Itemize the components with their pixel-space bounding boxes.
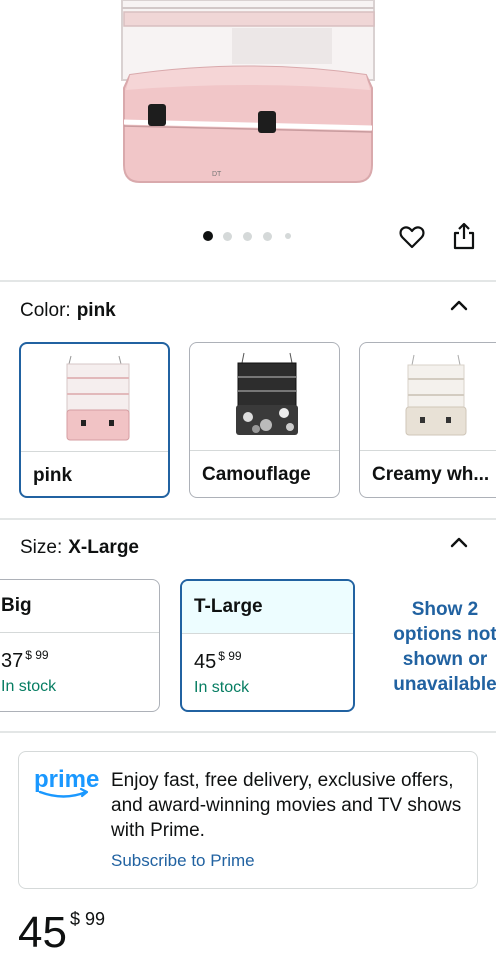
product-price: 45 $ 99: [18, 908, 105, 958]
color-thumbnail: [190, 343, 339, 450]
carousel-dot[interactable]: [203, 231, 213, 241]
divider: [0, 518, 496, 520]
color-option-label: pink: [33, 465, 73, 486]
carousel-dot[interactable]: [285, 233, 291, 239]
price-whole: 37: [1, 650, 24, 672]
carousel-dot[interactable]: [223, 232, 232, 241]
color-selected-value: pink: [76, 300, 116, 321]
heart-icon[interactable]: [398, 223, 426, 251]
prime-message: Enjoy fast, free delivery, exclusive off…: [111, 770, 462, 841]
color-thumbnail: [21, 344, 168, 451]
divider: [0, 280, 496, 282]
size-option-price: 45 $ 99: [194, 649, 242, 674]
price-fraction: $ 99: [69, 909, 105, 929]
color-option-label: Creamy wh...: [372, 464, 490, 485]
stock-status: In stock: [194, 679, 250, 696]
size-option-name: Big: [1, 595, 32, 616]
size-option-name: T-Large: [194, 596, 263, 617]
share-icon[interactable]: [450, 221, 478, 251]
price-fraction: $ 99: [25, 648, 49, 662]
stock-status: In stock: [1, 678, 57, 695]
show-more-options-link[interactable]: Show 2 options not shown or unavailable: [380, 597, 496, 697]
subscribe-prime-link[interactable]: Subscribe to Prime: [111, 851, 255, 871]
color-option-pink[interactable]: pink: [19, 342, 170, 498]
price-whole: 45: [18, 908, 67, 957]
prime-logo: prime: [34, 765, 100, 801]
color-thumbnail: [360, 343, 496, 450]
size-label-text: Size:: [20, 537, 63, 558]
carousel-dot[interactable]: [263, 232, 272, 241]
price-fraction: $ 99: [218, 649, 242, 663]
divider: [0, 731, 496, 733]
chevron-up-icon[interactable]: [448, 298, 470, 312]
product-image[interactable]: DT: [0, 0, 496, 218]
svg-text:DT: DT: [212, 171, 222, 178]
color-option-creamy-white[interactable]: Creamy wh...: [359, 342, 496, 498]
color-option-label: Camouflage: [202, 464, 311, 485]
prime-promo: prime Enjoy fast, free delivery, exclusi…: [18, 751, 478, 889]
price-whole: 45: [194, 651, 217, 673]
size-option-big[interactable]: Big 37 $ 99 In stock: [0, 579, 160, 712]
size-option-price: 37 $ 99: [1, 648, 49, 673]
color-label: Color: pink: [20, 300, 116, 322]
color-label-text: Color:: [20, 300, 71, 321]
size-label: Size: X-Large: [20, 537, 139, 559]
size-selected-value: X-Large: [68, 537, 139, 558]
size-option-t-large[interactable]: T-Large 45 $ 99 In stock: [180, 579, 355, 712]
color-option-camouflage[interactable]: Camouflage: [189, 342, 340, 498]
prime-logo-text: prime: [34, 766, 99, 793]
chevron-up-icon[interactable]: [448, 535, 470, 549]
carousel-dot[interactable]: [243, 232, 252, 241]
